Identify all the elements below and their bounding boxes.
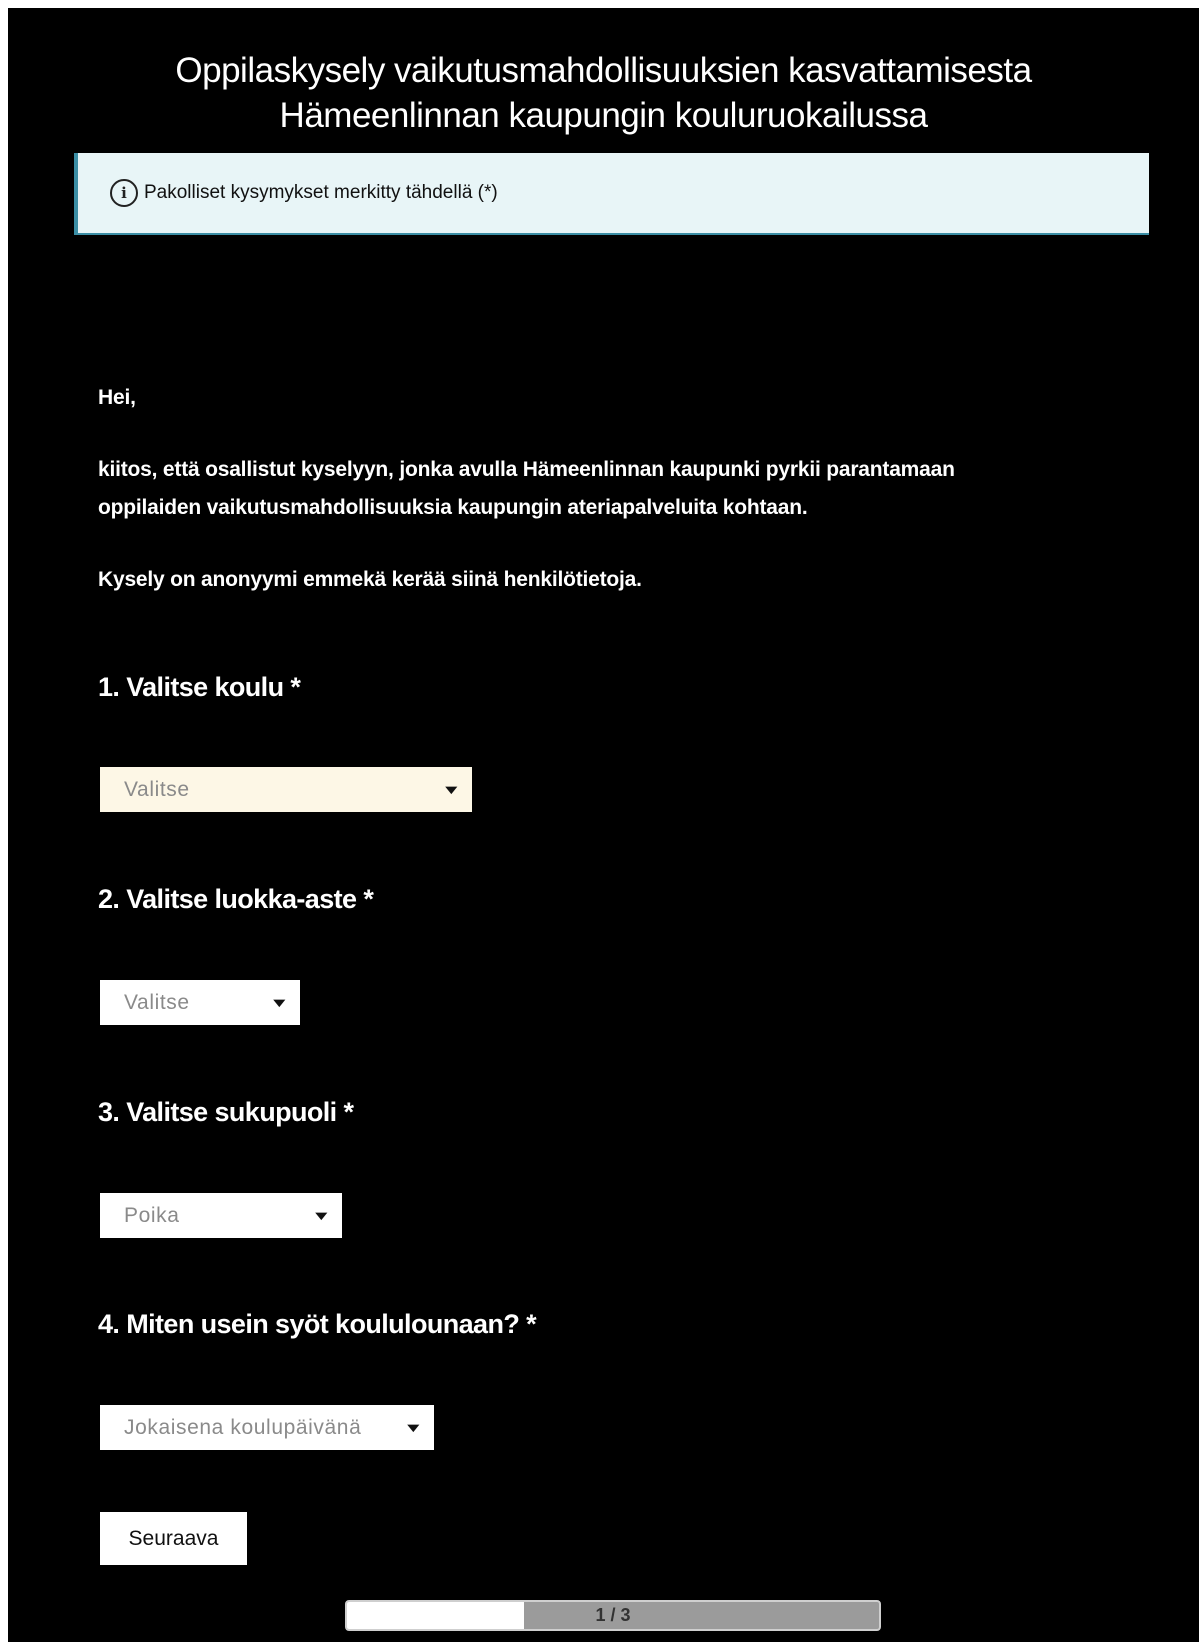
chevron-down-icon: ▼ [268,995,291,1010]
info-icon: i [110,179,138,207]
page-title-line-1: Oppilaskysely vaikutusmahdollisuuksien k… [175,51,1032,90]
chevron-down-icon: ▼ [402,1420,425,1435]
intro-paragraph-line-2: oppilaiden vaikutusmahdollisuuksia kaupu… [98,496,808,519]
gender-select-value: Poika [124,1203,180,1227]
school-select-value: Valitse [124,777,190,801]
page-title: Oppilaskysely vaikutusmahdollisuuksien k… [8,48,1199,138]
gender-select[interactable]: Poika ▼ [100,1193,342,1238]
intro-paragraph: kiitos, että osallistut kyselyyn, jonka … [98,451,955,527]
progress-bar: 1 / 3 [345,1600,881,1631]
intro-paragraph-line-1: kiitos, että osallistut kyselyyn, jonka … [98,458,955,481]
notice-text: Pakolliset kysymykset merkitty tähdellä … [144,182,498,203]
survey-page: Oppilaskysely vaikutusmahdollisuuksien k… [8,8,1199,1642]
question-gender-label: 3. Valitse sukupuoli * [98,1097,354,1127]
lunch-frequency-select-value: Jokaisena koulupäivänä [124,1415,362,1439]
chevron-down-icon: ▼ [310,1208,333,1223]
next-button[interactable]: Seuraava [100,1512,247,1565]
required-fields-notice: i Pakolliset kysymykset merkitty tähdell… [74,153,1149,235]
lunch-frequency-select[interactable]: Jokaisena koulupäivänä ▼ [100,1405,434,1450]
question-lunch-frequency-label: 4. Miten usein syöt koululounaan? * [98,1309,537,1339]
question-grade-label: 2. Valitse luokka-aste * [98,884,374,914]
page-title-line-2: Hämeenlinnan kaupungin kouluruokailussa [279,96,928,135]
greeting: Hei, [98,386,136,409]
school-select[interactable]: Valitse ▼ [100,767,472,812]
chevron-down-icon: ▼ [440,782,463,797]
question-school-label: 1. Valitse koulu * [98,672,301,702]
privacy-text: Kysely on anonyymi emmekä kerää siinä he… [98,568,642,591]
progress-label: 1 / 3 [595,1605,631,1625]
grade-select[interactable]: Valitse ▼ [100,980,300,1025]
grade-select-value: Valitse [124,990,190,1014]
